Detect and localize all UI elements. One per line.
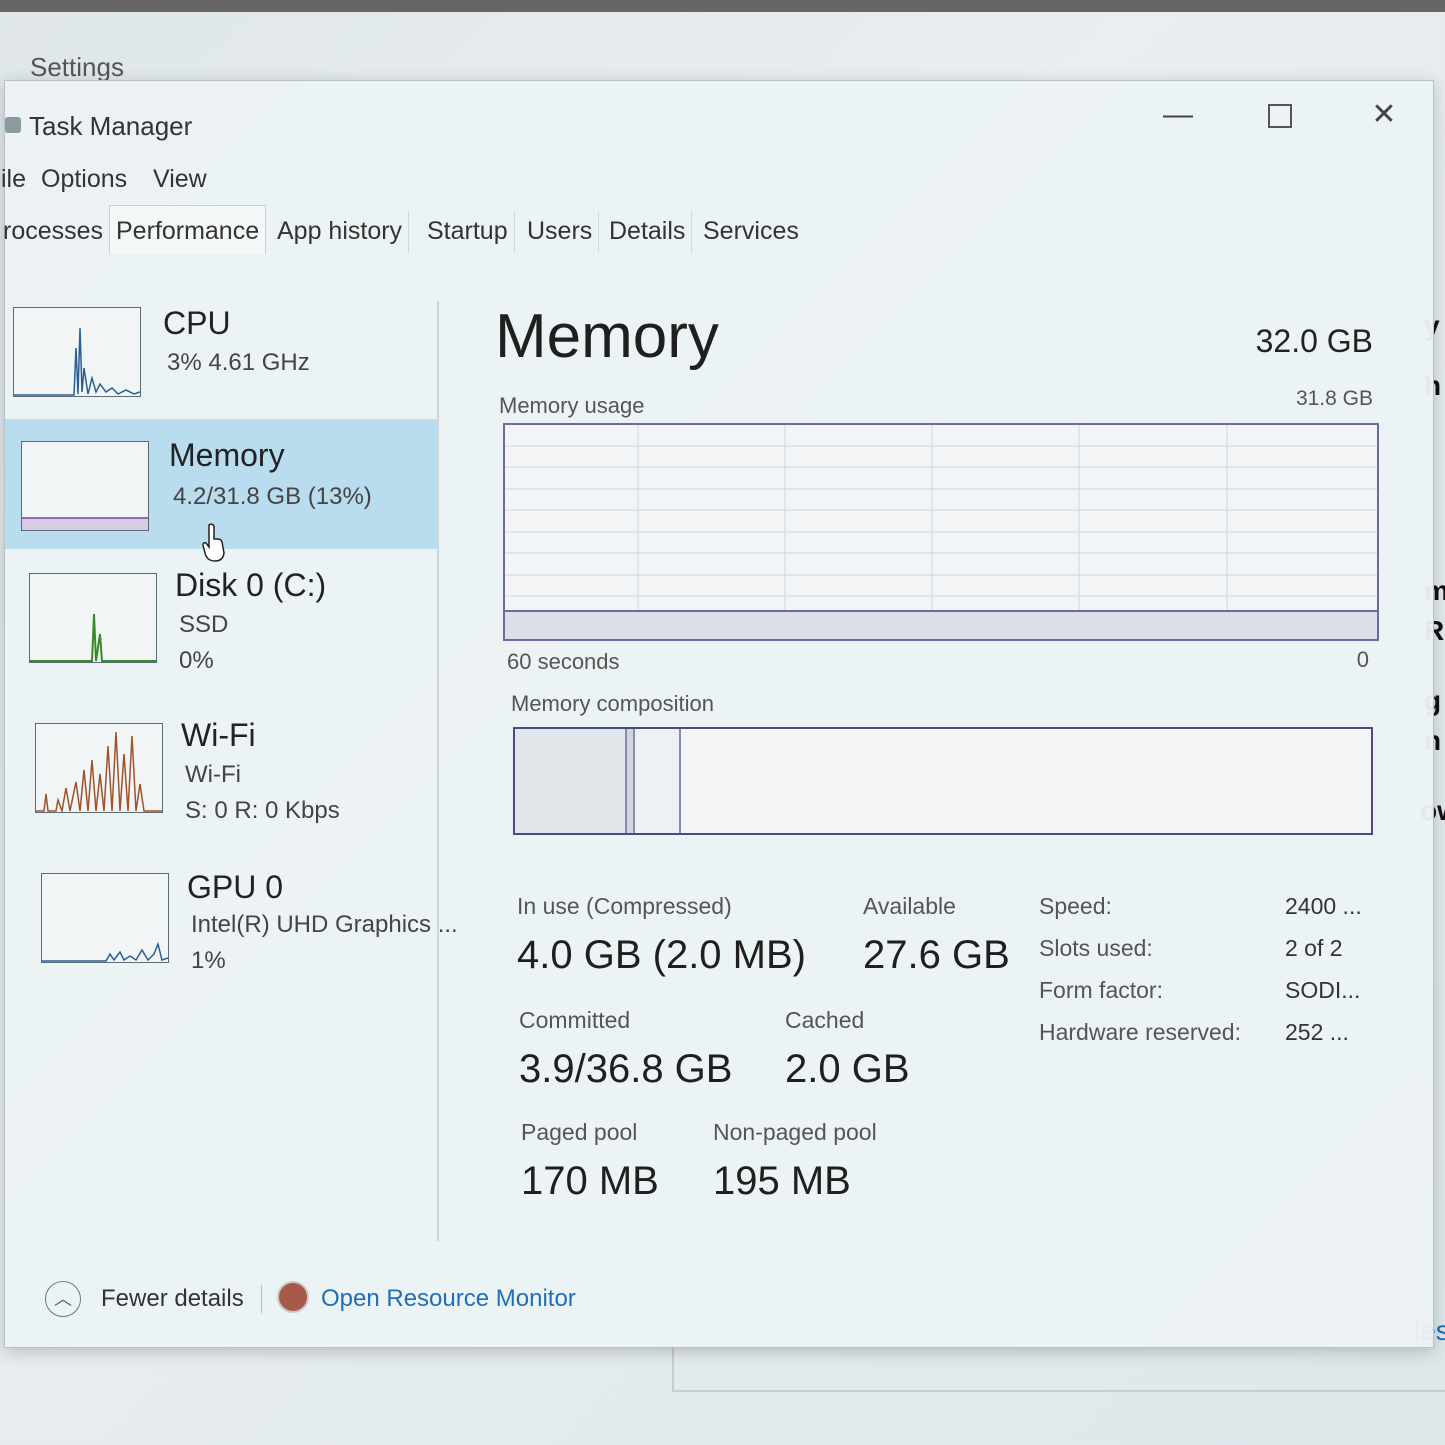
sidebar-wifi-throughput: S: 0 R: 0 Kbps — [185, 797, 340, 824]
sidebar-disk-usage: 0% — [179, 647, 214, 674]
sidebar-item-cpu[interactable]: CPU 3% 4.61 GHz — [5, 301, 437, 431]
close-button[interactable]: ✕ — [1359, 95, 1409, 135]
sidebar-gpu-usage: 1% — [191, 947, 226, 974]
memory-total: 32.0 GB — [1255, 323, 1373, 359]
slots-used-value: 2 of 2 — [1285, 935, 1343, 961]
memory-thumbnail-graph — [21, 441, 149, 531]
tab-app-history[interactable]: App history — [271, 211, 410, 253]
composition-in-use — [515, 729, 627, 833]
cached-label: Cached — [785, 1007, 865, 1033]
menu-file[interactable]: ile — [1, 165, 26, 194]
sidebar-item-disk[interactable]: Disk 0 (C:) SSD 0% — [5, 561, 437, 711]
memory-detail-panel: Memory 32.0 GB Memory usage 31.8 GB 60 s… — [465, 301, 1425, 1281]
memory-usage-max: 31.8 GB — [1295, 387, 1373, 410]
composition-modified — [627, 729, 635, 833]
slots-used-label: Slots used: — [1039, 935, 1153, 961]
chevron-up-icon[interactable]: ︿ — [45, 1281, 81, 1317]
cpu-thumbnail-graph — [13, 307, 141, 397]
footer-divider — [261, 1285, 262, 1313]
sidebar-wifi-adapter: Wi-Fi — [185, 761, 241, 788]
graph-axis-end: 0 — [1356, 647, 1369, 672]
available-value: 27.6 GB — [863, 933, 1010, 977]
sidebar-wifi-name: Wi-Fi — [181, 717, 256, 753]
gpu-thumbnail-graph — [41, 873, 169, 963]
sidebar-memory-name: Memory — [169, 437, 285, 473]
committed-value: 3.9/36.8 GB — [519, 1047, 733, 1091]
graph-axis-start: 60 seconds — [507, 649, 620, 674]
memory-composition-bar — [513, 727, 1373, 835]
form-factor-value: SODI... — [1285, 977, 1361, 1003]
sidebar-cpu-name: CPU — [163, 305, 231, 341]
speed-value: 2400 ... — [1285, 893, 1362, 919]
hardware-reserved-label: Hardware reserved: — [1039, 1019, 1241, 1045]
background-settings-title: Settings — [30, 52, 124, 82]
sidebar-cpu-usage: 3% 4.61 GHz — [167, 349, 310, 376]
sidebar-gpu-name: GPU 0 — [187, 869, 284, 905]
background-desktop-strip — [0, 0, 1445, 12]
sidebar-gpu-model: Intel(R) UHD Graphics ... — [191, 911, 458, 938]
non-paged-pool-value: 195 MB — [713, 1159, 851, 1203]
window-title: Task Manager — [29, 111, 193, 141]
task-manager-window: Task Manager — ✕ ile Options View rocess… — [1, 80, 1434, 1348]
tab-users[interactable]: Users — [521, 211, 600, 253]
in-use-label: In use (Compressed) — [517, 893, 732, 919]
task-manager-icon — [5, 117, 21, 133]
tab-performance[interactable]: Performance — [109, 205, 267, 254]
memory-composition-label: Memory composition — [511, 691, 714, 716]
sidebar-disk-type: SSD — [179, 611, 229, 638]
maximize-button[interactable] — [1255, 95, 1305, 135]
page-title: Memory — [495, 302, 719, 371]
sidebar-item-gpu[interactable]: GPU 0 Intel(R) UHD Graphics ... 1% — [5, 863, 458, 1013]
minimize-button[interactable]: — — [1153, 95, 1203, 135]
tab-processes[interactable]: rocesses — [0, 211, 111, 253]
hardware-reserved-value: 252 ... — [1285, 1019, 1349, 1045]
available-label: Available — [863, 893, 956, 919]
open-resource-monitor-link[interactable]: Open Resource Monitor — [321, 1285, 576, 1313]
speed-label: Speed: — [1039, 893, 1112, 919]
memory-usage-label: Memory usage — [499, 393, 645, 418]
performance-sidebar: CPU 3% 4.61 GHz Memory 4.2/31.8 GB (13%)… — [5, 301, 458, 1261]
tab-strip: rocesses Performance App history Startup… — [3, 205, 805, 254]
title-bar[interactable]: Task Manager — ✕ — [5, 81, 1433, 161]
sidebar-disk-name: Disk 0 (C:) — [175, 567, 327, 603]
memory-usage-graph — [503, 423, 1379, 641]
tab-services[interactable]: Services — [697, 211, 805, 253]
hand-cursor-icon — [202, 523, 225, 562]
background-panel-frame — [672, 1346, 1445, 1392]
menu-options[interactable]: Options — [41, 165, 127, 194]
sidebar-item-wifi[interactable]: Wi-Fi Wi-Fi S: 0 R: 0 Kbps — [5, 713, 437, 863]
composition-standby — [635, 729, 681, 833]
paged-pool-value: 170 MB — [521, 1159, 659, 1203]
tab-details[interactable]: Details — [603, 211, 693, 253]
non-paged-pool-label: Non-paged pool — [713, 1119, 877, 1145]
sidebar-memory-usage: 4.2/31.8 GB (13%) — [173, 483, 372, 510]
maximize-icon — [1268, 104, 1292, 129]
wifi-thumbnail-graph — [35, 723, 163, 813]
cached-value: 2.0 GB — [785, 1047, 910, 1091]
menu-view[interactable]: View — [153, 165, 207, 194]
paged-pool-label: Paged pool — [521, 1119, 638, 1145]
disk-thumbnail-graph — [29, 573, 157, 663]
form-factor-label: Form factor: — [1039, 977, 1163, 1003]
committed-label: Committed — [519, 1007, 631, 1033]
tab-startup[interactable]: Startup — [421, 211, 515, 253]
in-use-value: 4.0 GB (2.0 MB) — [517, 933, 806, 977]
fewer-details-button[interactable]: Fewer details — [101, 1285, 244, 1313]
resource-monitor-icon[interactable] — [277, 1281, 309, 1313]
